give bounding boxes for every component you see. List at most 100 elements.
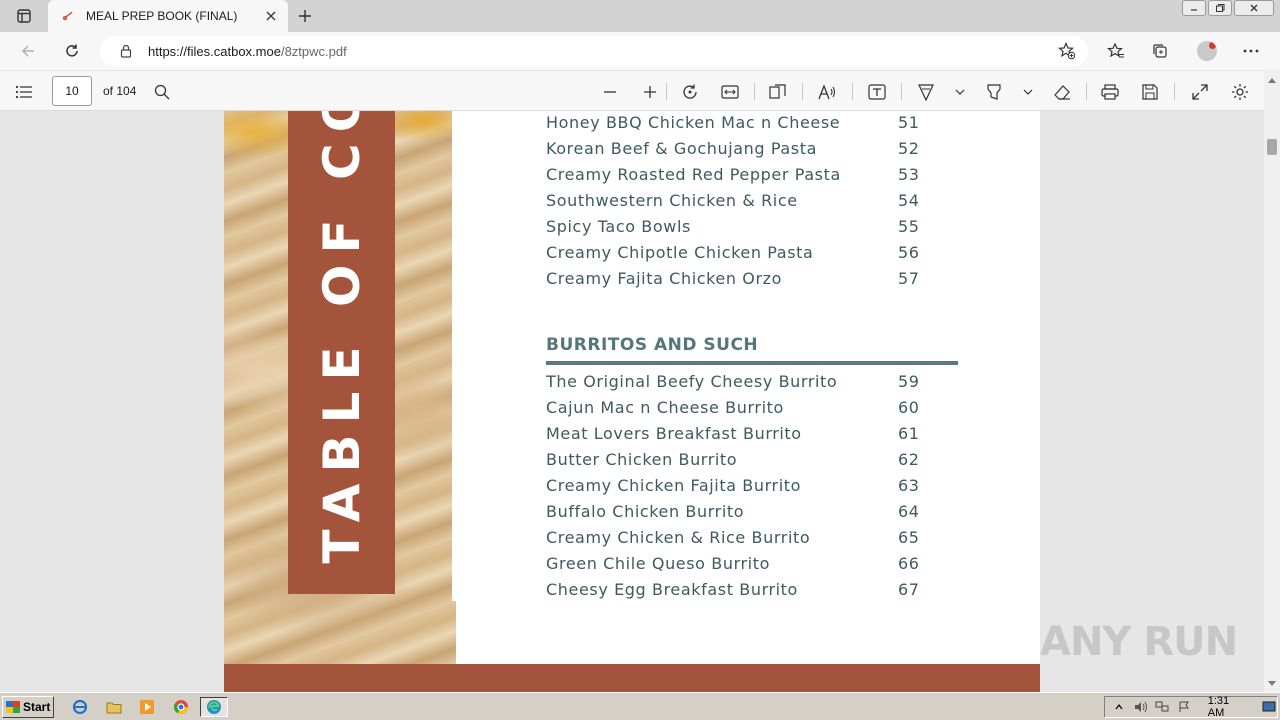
rotate-button[interactable] xyxy=(678,80,702,104)
toc-entry-name: The Original Beefy Cheesy Burrito xyxy=(546,372,838,391)
fullscreen-button[interactable] xyxy=(1188,80,1212,104)
read-aloud-button[interactable] xyxy=(815,80,839,104)
page-view-icon xyxy=(769,84,786,99)
refresh-icon xyxy=(66,44,78,57)
toc-entry-name: Butter Chicken Burrito xyxy=(546,450,738,469)
tab-actions-button[interactable] xyxy=(8,4,40,28)
toc-row[interactable]: Butter Chicken Burrito 62 xyxy=(546,450,966,474)
settings-menu-button[interactable] xyxy=(1238,38,1264,64)
start-button[interactable]: Start xyxy=(2,696,54,718)
toc-row[interactable]: Green Chile Queso Burrito 66 xyxy=(546,554,966,578)
collections-button[interactable] xyxy=(1147,38,1173,64)
toc-row[interactable]: Creamy Chipotle Chicken Pasta 56 xyxy=(546,243,966,267)
divider xyxy=(802,83,803,100)
gear-icon xyxy=(1232,84,1248,100)
toc-entry-name: Spicy Taco Bowls xyxy=(546,217,691,236)
tab-close-button[interactable] xyxy=(262,7,280,25)
toc-row[interactable]: Cheesy Egg Breakfast Burrito 67 xyxy=(546,580,966,604)
back-button[interactable] xyxy=(14,37,42,65)
favorites-icon xyxy=(1107,42,1124,58)
explorer-quicklaunch[interactable] xyxy=(104,697,124,717)
toc-row[interactable]: The Original Beefy Cheesy Burrito 59 xyxy=(546,372,966,396)
pdf-settings-button[interactable] xyxy=(1228,80,1252,104)
toc-entry-page: 65 xyxy=(898,528,920,547)
minus-icon xyxy=(604,91,616,93)
scroll-down-icon[interactable] xyxy=(1268,681,1276,686)
favorites-button[interactable] xyxy=(1103,38,1129,64)
toc-entry-page: 66 xyxy=(898,554,920,573)
more-icon xyxy=(1243,49,1259,53)
edge-taskbar-button[interactable] xyxy=(200,697,228,717)
toc-row[interactable]: Meat Lovers Breakfast Burrito 61 xyxy=(546,424,966,448)
address-bar[interactable]: https://files.catbox.moe/8ztpwc.pdf xyxy=(100,36,1088,66)
zoom-in-button[interactable] xyxy=(638,80,662,104)
highlight-button[interactable] xyxy=(982,80,1006,104)
erase-button[interactable] xyxy=(1050,80,1074,104)
profile-button[interactable] xyxy=(1194,38,1220,64)
minimize-button[interactable] xyxy=(1182,0,1206,16)
restore-button[interactable] xyxy=(1208,0,1232,16)
bottom-band xyxy=(224,664,1040,692)
ie-quicklaunch[interactable] xyxy=(70,697,90,717)
read-aloud-icon xyxy=(818,84,836,100)
fit-width-button[interactable] xyxy=(718,80,742,104)
spine-heading-text: TABLE OF CON xyxy=(313,111,371,564)
toc-row[interactable]: Buffalo Chicken Burrito 64 xyxy=(546,502,966,526)
divider xyxy=(754,83,755,100)
show-desktop-icon[interactable] xyxy=(1261,699,1277,715)
page-number-input[interactable]: 10 xyxy=(52,76,92,106)
action-center-flag-icon[interactable] xyxy=(1176,699,1192,715)
page-view-button[interactable] xyxy=(766,80,790,104)
toc-row[interactable]: Creamy Chicken Fajita Burrito 63 xyxy=(546,476,966,500)
collections-icon xyxy=(1153,44,1167,58)
photo-seam xyxy=(452,111,456,601)
scroll-thumb[interactable] xyxy=(1267,139,1277,155)
scroll-up-icon[interactable] xyxy=(1268,78,1276,83)
fit-width-icon xyxy=(721,85,739,99)
toc-entry-page: 51 xyxy=(898,113,920,132)
tray-expand-icon[interactable] xyxy=(1111,699,1127,715)
add-text-button[interactable] xyxy=(865,80,889,104)
find-button[interactable] xyxy=(150,80,174,104)
highlight-options-button[interactable] xyxy=(1016,80,1040,104)
tab-active[interactable]: MEAL PREP BOOK (FINAL) xyxy=(48,0,288,32)
toc-row[interactable]: Honey BBQ Chicken Mac n Cheese 51 xyxy=(546,113,966,137)
folder-icon xyxy=(106,702,122,714)
zoom-out-button[interactable] xyxy=(598,80,622,104)
toc-entry-page: 64 xyxy=(898,502,920,521)
draw-options-button[interactable] xyxy=(948,80,972,104)
draw-icon xyxy=(918,84,934,101)
volume-icon[interactable] xyxy=(1133,699,1149,715)
refresh-button[interactable] xyxy=(58,37,86,65)
tab-title: MEAL PREP BOOK (FINAL) xyxy=(86,9,238,23)
url-path: /8ztpwc.pdf xyxy=(280,43,347,59)
minimize-icon xyxy=(1191,9,1197,11)
save-button[interactable] xyxy=(1138,80,1162,104)
pdf-viewer[interactable]: TABLE OF CON Honey BBQ Chicken Mac n Che… xyxy=(0,111,1264,692)
contents-button[interactable] xyxy=(12,80,36,104)
close-icon xyxy=(1250,4,1258,12)
vertical-scrollbar[interactable] xyxy=(1264,70,1280,692)
draw-button[interactable] xyxy=(914,80,938,104)
media-player-quicklaunch[interactable] xyxy=(137,697,157,717)
close-window-button[interactable] xyxy=(1234,0,1274,16)
print-icon xyxy=(1101,84,1119,100)
toc-row[interactable]: Korean Beef & Gochujang Pasta 52 xyxy=(546,139,966,163)
print-button[interactable] xyxy=(1098,80,1122,104)
toc-row[interactable]: Creamy Roasted Red Pepper Pasta 53 xyxy=(546,165,966,189)
clock[interactable]: 1:31 AM xyxy=(1208,695,1248,719)
chrome-quicklaunch[interactable] xyxy=(171,697,191,717)
new-tab-button[interactable] xyxy=(292,4,318,28)
url-host: https://files.catbox.moe xyxy=(148,43,281,59)
toc-row[interactable]: Southwestern Chicken & Rice 54 xyxy=(546,191,966,215)
network-icon[interactable] xyxy=(1154,699,1170,715)
toc-row[interactable]: Creamy Fajita Chicken Orzo 57 xyxy=(546,269,966,293)
navigation-bar: https://files.catbox.moe/8ztpwc.pdf xyxy=(0,32,1280,70)
toc-entry-name: Creamy Chicken Fajita Burrito xyxy=(546,476,802,495)
toc-row[interactable]: Spicy Taco Bowls 55 xyxy=(546,217,966,241)
add-favorite-button[interactable] xyxy=(1057,42,1076,60)
toc-row[interactable]: Creamy Chicken & Rice Burrito 65 xyxy=(546,528,966,552)
toc-row[interactable]: Cajun Mac n Cheese Burrito 60 xyxy=(546,398,966,422)
pdf-page: TABLE OF CON Honey BBQ Chicken Mac n Che… xyxy=(224,111,1040,692)
rotate-icon xyxy=(683,84,697,99)
